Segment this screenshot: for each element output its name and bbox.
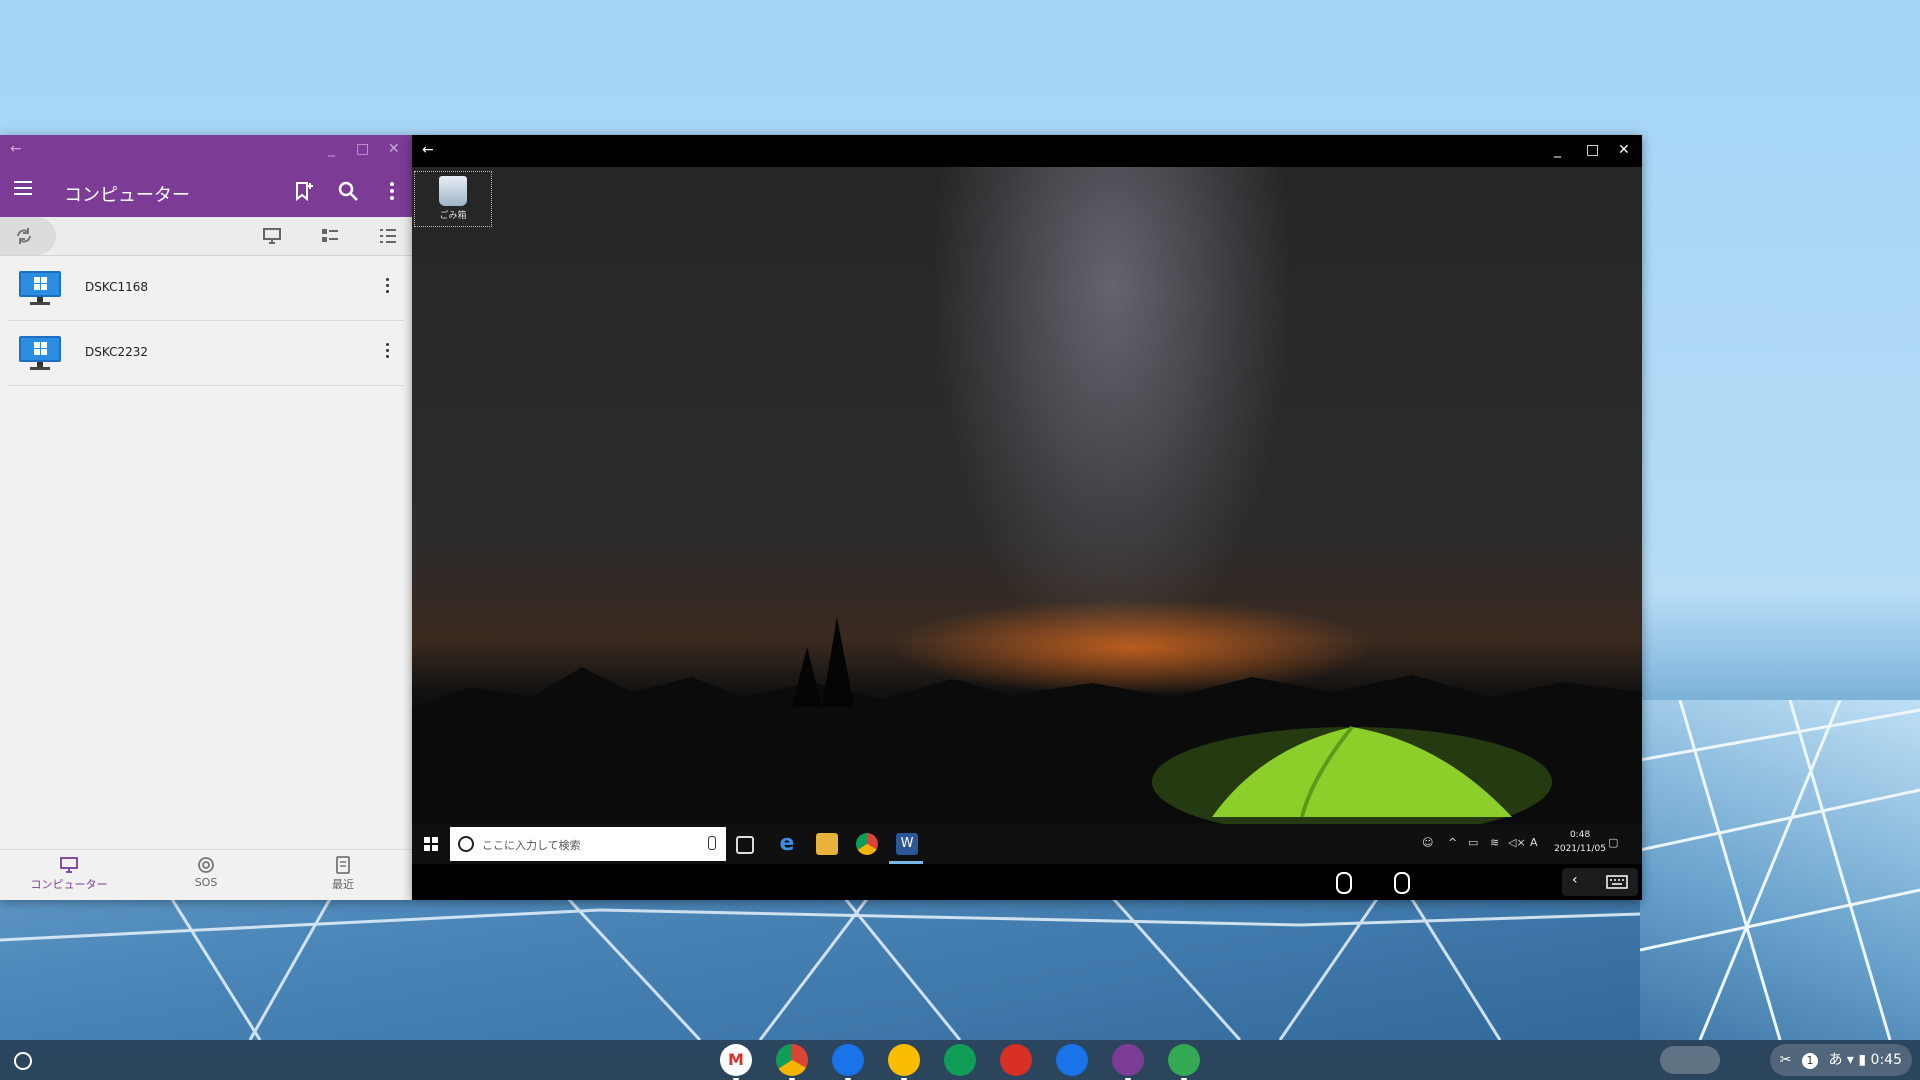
legacy-app-icon[interactable] bbox=[1000, 1044, 1032, 1076]
wallpaper-glass-right bbox=[1640, 700, 1920, 1040]
desktop-icon-label: ごみ箱 bbox=[439, 211, 467, 221]
nav-label: SOS bbox=[194, 876, 218, 889]
back-arrow-icon[interactable]: ← bbox=[422, 142, 434, 158]
task-view-icon[interactable] bbox=[736, 836, 754, 854]
battery-icon[interactable]: ▭ bbox=[1468, 836, 1478, 849]
right-click-mouse-icon[interactable] bbox=[1394, 872, 1410, 894]
refresh-button[interactable] bbox=[0, 217, 56, 255]
battery-icon: ▮ bbox=[1858, 1052, 1867, 1068]
edge-browser-icon[interactable]: e bbox=[776, 833, 798, 855]
more-vert-icon[interactable] bbox=[386, 278, 390, 296]
remote-app-icon[interactable] bbox=[1112, 1044, 1144, 1080]
tools-icon: ✂ bbox=[1779, 1052, 1792, 1068]
monitor-view-icon[interactable] bbox=[262, 227, 282, 245]
search-icon[interactable] bbox=[336, 179, 360, 203]
nav-label: コンピューター bbox=[30, 878, 108, 891]
people-icon[interactable]: ☺ bbox=[1422, 836, 1433, 849]
ime-indicator: あ bbox=[1828, 1052, 1843, 1068]
recent-list-icon bbox=[336, 856, 350, 874]
computer-row[interactable]: DSKC1168 bbox=[8, 256, 404, 321]
chevron-up-icon[interactable]: ^ bbox=[1448, 836, 1457, 849]
clock-time: 0:48 bbox=[1569, 830, 1591, 840]
keep-icon[interactable] bbox=[888, 1044, 920, 1080]
holding-space-tray[interactable] bbox=[1660, 1046, 1720, 1074]
computer-name: DSKC2232 bbox=[85, 345, 148, 359]
glowing-tent-image bbox=[1152, 725, 1552, 824]
bookmark-add-icon[interactable] bbox=[292, 179, 316, 203]
volume-muted-icon[interactable]: ◁× bbox=[1508, 836, 1526, 849]
app-toolbar: コンピューター bbox=[0, 167, 412, 217]
close-icon[interactable]: ✕ bbox=[388, 141, 400, 157]
remote-title-bar: ← _ □ ✕ bbox=[412, 135, 1642, 167]
close-icon[interactable]: ✕ bbox=[1618, 142, 1630, 158]
hamburger-menu-icon[interactable] bbox=[14, 181, 32, 195]
compact-list-icon[interactable] bbox=[378, 227, 398, 245]
action-center-icon[interactable]: ▢ bbox=[1608, 836, 1618, 849]
nav-label: 最近 bbox=[332, 878, 354, 891]
page-title: コンピューター bbox=[64, 185, 190, 206]
shelf-clock: 0:45 bbox=[1870, 1052, 1902, 1068]
clock-date: 2021/11/05 bbox=[1554, 844, 1606, 854]
file-explorer-icon[interactable] bbox=[816, 833, 838, 855]
windows-search-box[interactable]: ここに入力して検索 bbox=[450, 827, 726, 861]
cortana-icon bbox=[458, 836, 474, 852]
gmail-icon[interactable]: M bbox=[720, 1044, 752, 1080]
taskbar-clock[interactable]: 0:48 2021/11/05 bbox=[1554, 828, 1606, 856]
window-title-bar: ← _ □ ✕ bbox=[0, 135, 412, 167]
windows-pc-icon bbox=[19, 336, 61, 370]
sheets-icon[interactable] bbox=[944, 1044, 976, 1076]
chrome-icon[interactable] bbox=[856, 833, 878, 855]
keyboard-icon[interactable] bbox=[1606, 875, 1628, 889]
remote-desktop-window: ← _ □ ✕ ごみ箱 ここに入力して検索 e W ☺ ^ ▭ ≋ ◁× A 0… bbox=[412, 135, 1642, 900]
lifebuoy-icon bbox=[198, 857, 214, 873]
windows-pc-icon bbox=[19, 271, 61, 305]
left-click-mouse-icon[interactable] bbox=[1336, 872, 1352, 894]
minimize-icon[interactable]: _ bbox=[328, 141, 335, 157]
status-tray[interactable]: ✂ 1 あ ▾ ▮ 0:45 bbox=[1769, 1044, 1912, 1076]
search-placeholder: ここに入力して検索 bbox=[482, 839, 581, 852]
more-vert-icon[interactable] bbox=[380, 179, 404, 203]
recycle-bin-shortcut[interactable]: ごみ箱 bbox=[414, 171, 492, 227]
recycle-bin-icon bbox=[439, 176, 467, 206]
maximize-icon[interactable]: □ bbox=[1586, 142, 1599, 158]
nav-recent[interactable]: 最近 bbox=[288, 856, 398, 892]
minimize-icon[interactable]: _ bbox=[1554, 142, 1561, 158]
remote-extra-controls: ‹ bbox=[1562, 868, 1638, 896]
detail-list-icon[interactable] bbox=[320, 227, 340, 245]
nav-sos[interactable]: SOS bbox=[151, 856, 261, 889]
chromeos-shelf: M ✂ 1 あ ▾ ▮ 0:45 bbox=[0, 1040, 1920, 1080]
notification-count: 1 bbox=[1801, 1053, 1818, 1069]
back-arrow-icon[interactable]: ← bbox=[10, 141, 22, 157]
microphone-icon[interactable] bbox=[708, 836, 716, 850]
ime-indicator[interactable]: A bbox=[1530, 836, 1538, 849]
remote-control-bar: ‹ bbox=[412, 864, 1642, 900]
word-icon[interactable]: W bbox=[896, 833, 918, 855]
messages-icon[interactable] bbox=[1056, 1044, 1088, 1076]
bottom-navigation: コンピューター SOS 最近 bbox=[0, 849, 412, 900]
more-vert-icon[interactable] bbox=[386, 343, 390, 361]
launcher-icon[interactable] bbox=[14, 1052, 32, 1070]
refresh-icon bbox=[17, 228, 31, 244]
remote-desktop-screen[interactable]: ごみ箱 bbox=[412, 167, 1642, 824]
monitor-icon bbox=[60, 857, 78, 873]
computer-row[interactable]: DSKC2232 bbox=[8, 321, 404, 386]
windows-taskbar: ここに入力して検索 e W ☺ ^ ▭ ≋ ◁× A 0:48 2021/11/… bbox=[412, 824, 1642, 864]
computer-list-window: ← _ □ ✕ コンピューター DSKC1168 DSKC2232 コンピュータ… bbox=[0, 135, 412, 900]
view-toolbar bbox=[0, 217, 412, 256]
computer-name: DSKC1168 bbox=[85, 280, 148, 294]
files-app-icon[interactable] bbox=[832, 1044, 864, 1080]
windows-start-icon[interactable] bbox=[424, 837, 438, 851]
chevron-left-icon[interactable]: ‹ bbox=[1572, 872, 1578, 888]
wifi-icon[interactable]: ≋ bbox=[1490, 836, 1499, 849]
meet-icon[interactable] bbox=[1168, 1044, 1200, 1080]
nav-computers[interactable]: コンピューター bbox=[14, 856, 124, 892]
maximize-icon[interactable]: □ bbox=[356, 141, 369, 157]
chrome-icon[interactable] bbox=[776, 1044, 808, 1080]
wifi-icon: ▾ bbox=[1846, 1052, 1854, 1068]
